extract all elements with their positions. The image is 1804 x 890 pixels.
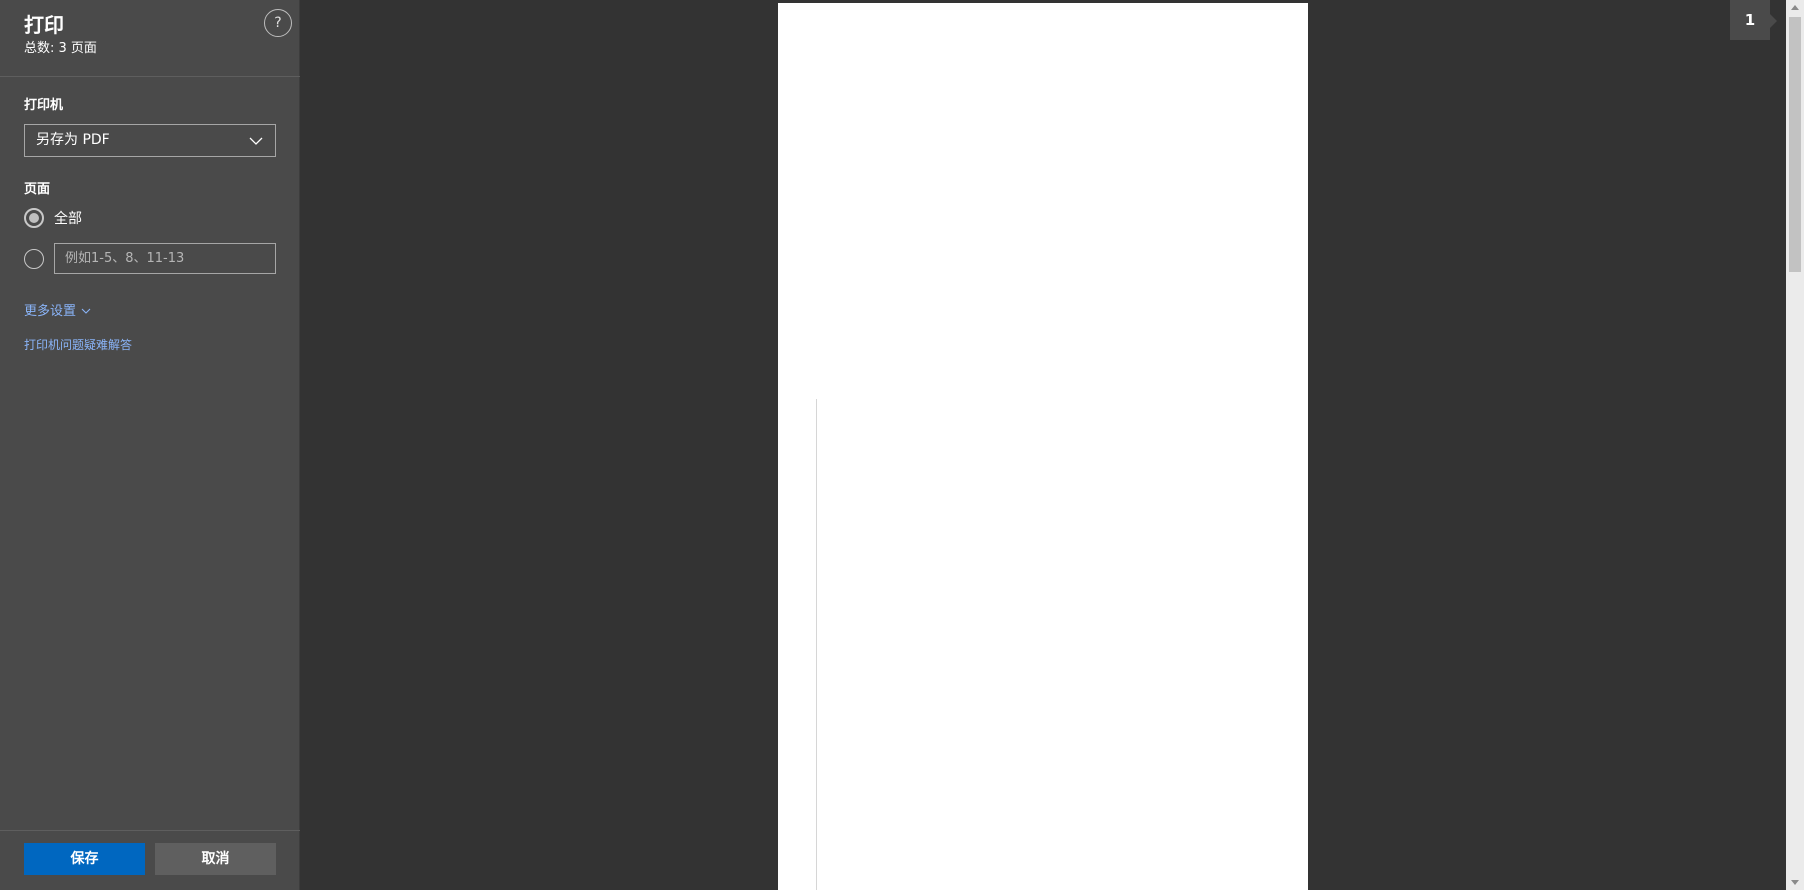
more-settings-link[interactable]: 更多设置 [24,300,91,319]
preview-page [778,3,1308,890]
page-number-badge: 1 [1730,0,1777,40]
scroll-up-arrow-icon[interactable] [1786,0,1804,16]
page-count-summary: 总数: 3 页面 [24,41,97,56]
pages-all-label: 全部 [54,211,82,227]
page-content-margin-line [816,399,817,890]
pages-all-radio[interactable] [24,208,44,228]
print-settings-panel: 打印 总数: 3 页面 ? 打印机 另存为 PDF 页面 全部 更多设置 打印机… [0,0,300,890]
help-icon: ? [274,15,282,31]
printer-select[interactable]: 另存为 PDF [24,124,276,157]
more-settings-label: 更多设置 [24,304,77,319]
pages-section-label: 页面 [24,182,51,197]
printer-selected-value: 另存为 PDF [36,132,110,148]
title-block: 打印 总数: 3 页面 [24,12,97,58]
header-divider [0,76,300,77]
pages-range-option[interactable] [24,243,276,274]
pages-range-radio[interactable] [24,248,44,269]
pages-all-option[interactable]: 全部 [24,208,82,228]
chevron-down-icon [249,137,263,145]
help-button[interactable]: ? [264,9,292,37]
preview-scrollbar[interactable] [1786,0,1804,890]
dialog-title: 打印 [24,13,64,37]
scroll-down-arrow-icon[interactable] [1786,874,1804,890]
pages-range-input[interactable] [54,243,276,274]
chevron-down-icon [81,308,91,314]
cancel-button[interactable]: 取消 [155,843,276,875]
scrollbar-thumb[interactable] [1789,17,1801,272]
printer-troubleshoot-link[interactable]: 打印机问题疑难解答 [24,336,132,353]
save-button[interactable]: 保存 [24,843,145,875]
printer-section-label: 打印机 [24,98,64,113]
footer-divider [0,830,300,831]
print-preview-area[interactable] [300,0,1786,890]
